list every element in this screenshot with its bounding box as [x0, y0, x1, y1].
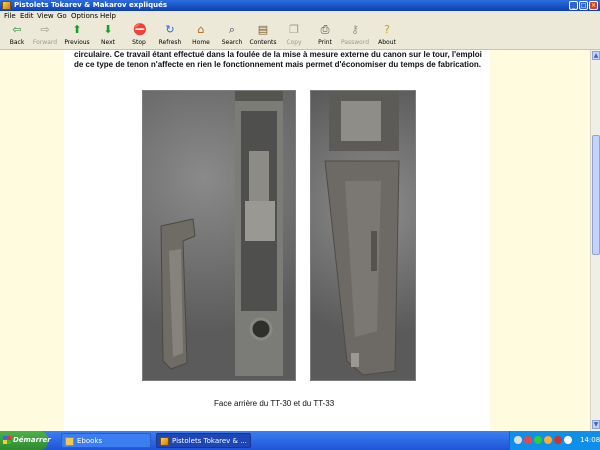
content-area: circulaire. Ce travail étant effectué da… [0, 50, 590, 431]
clock: 14:08 [580, 436, 600, 444]
scroll-thumb[interactable] [592, 135, 600, 255]
stop-icon: ⛔ [133, 23, 147, 36]
volume-icon[interactable] [564, 436, 572, 444]
system-tray: 14:08 [509, 431, 600, 450]
windows-logo-icon [3, 436, 11, 444]
start-button[interactable]: Démarrer [0, 431, 51, 450]
copy-button[interactable]: ❐ Copy [277, 24, 311, 49]
security-icon[interactable] [534, 436, 542, 444]
contents-button[interactable]: ▤ Contents [246, 24, 280, 49]
next-button[interactable]: ⬇ Next [91, 24, 125, 49]
password-button[interactable]: ⚷ Password [338, 24, 372, 49]
menu-view[interactable]: View [37, 11, 54, 22]
taskbar-item-ebooks[interactable]: Ebooks [61, 433, 151, 448]
title-bar: Pistolets Tokarev & Makarov expliqués _ … [0, 0, 600, 11]
previous-arrow-icon: ⬆ [72, 23, 82, 36]
menu-file[interactable]: File [4, 11, 16, 22]
menu-edit[interactable]: Edit [20, 11, 34, 22]
search-icon: ⌕ [228, 23, 236, 36]
copy-icon: ❐ [289, 23, 299, 36]
window-title: Pistolets Tokarev & Makarov expliqués [14, 1, 168, 9]
minimize-button[interactable]: _ [569, 1, 578, 10]
refresh-icon: ↻ [165, 23, 175, 36]
toolbar: ⇦ Back ⇨ Forward ⬆ Previous ⬇ Next ⛔ Sto… [0, 22, 600, 50]
antivirus-icon[interactable] [524, 436, 532, 444]
folder-icon [65, 437, 74, 446]
forward-button[interactable]: ⇨ Forward [28, 24, 62, 49]
document-page: circulaire. Ce travail étant effectué da… [64, 50, 490, 431]
close-button[interactable]: × [589, 1, 598, 10]
scroll-down-button[interactable]: ▼ [592, 420, 600, 429]
network-icon[interactable] [514, 436, 522, 444]
update-icon[interactable] [544, 436, 552, 444]
about-icon: ? [384, 23, 390, 36]
back-arrow-icon: ⇦ [12, 23, 22, 36]
maximize-button[interactable]: □ [579, 1, 588, 10]
key-icon: ⚷ [350, 23, 360, 36]
body-paragraph: circulaire. Ce travail étant effectué da… [74, 50, 482, 69]
photo-caption: Face arrière du TT-30 et du TT-33 [214, 399, 335, 408]
scroll-up-button[interactable]: ▲ [592, 51, 600, 60]
menu-options[interactable]: Options [71, 11, 98, 22]
taskbar: Démarrer Ebooks Pistolets Tokarev & ... … [0, 431, 600, 450]
contents-icon: ▤ [257, 23, 269, 36]
previous-button[interactable]: ⬆ Previous [60, 24, 94, 49]
print-icon: ⎙ [320, 23, 330, 36]
menu-bar: File Edit View Go Options Help [0, 11, 600, 22]
about-button[interactable]: ? About [370, 24, 404, 49]
pistol-rear-photo-tt30 [142, 90, 296, 381]
menu-go[interactable]: Go [57, 11, 67, 22]
taskbar-item-pistolets[interactable]: Pistolets Tokarev & ... [156, 433, 251, 448]
print-button[interactable]: ⎙ Print [308, 24, 342, 49]
forward-arrow-icon: ⇨ [40, 23, 50, 36]
menu-help[interactable]: Help [100, 11, 116, 22]
search-button[interactable]: ⌕ Search [215, 24, 249, 49]
home-button[interactable]: ⌂ Home [184, 24, 218, 49]
help-book-icon [2, 1, 11, 10]
alert-icon[interactable] [554, 436, 562, 444]
next-arrow-icon: ⬇ [103, 23, 113, 36]
stop-button[interactable]: ⛔ Stop [122, 24, 156, 49]
vertical-scrollbar[interactable]: ▲ ▼ [590, 50, 600, 431]
refresh-button[interactable]: ↻ Refresh [153, 24, 187, 49]
help-book-icon [160, 437, 169, 446]
pistol-rear-photo-tt33 [310, 90, 416, 381]
home-icon: ⌂ [197, 23, 205, 36]
